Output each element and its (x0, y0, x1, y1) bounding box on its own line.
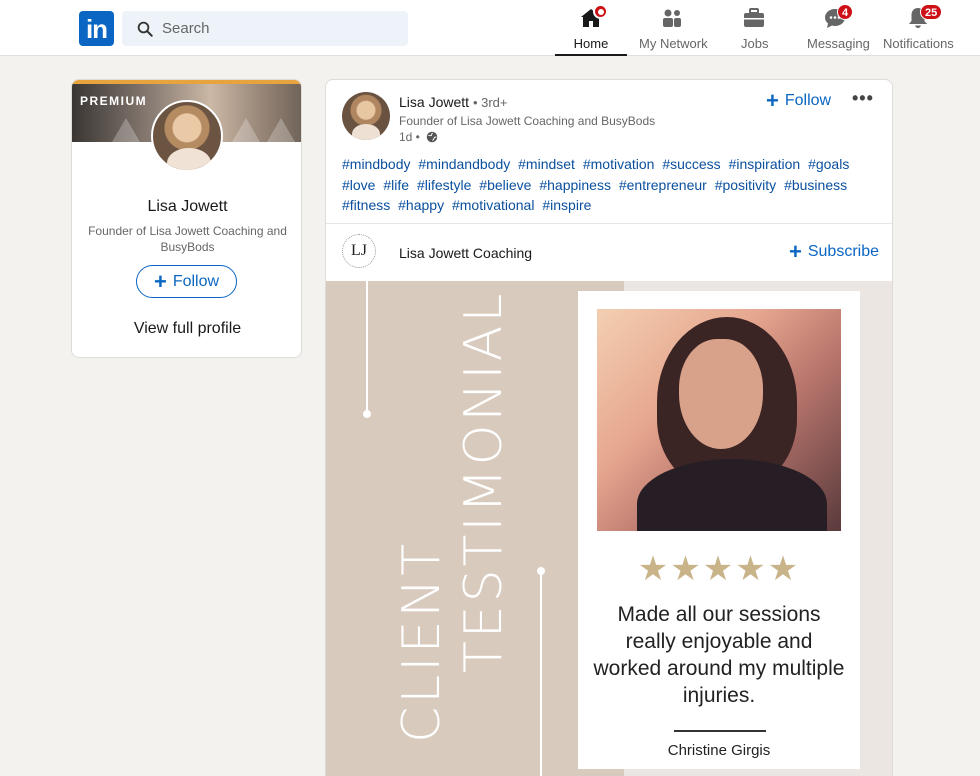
testimonial-quote: Made all our sessions really enjoyable a… (593, 603, 845, 707)
photo-shirt (637, 459, 827, 531)
profile-headline: Founder of Lisa Jowett Coaching and Busy… (88, 224, 287, 254)
hashtag-link[interactable]: #inspiration (729, 156, 801, 172)
home-icon (579, 4, 608, 30)
nav-label: Messaging (807, 36, 870, 51)
plus-icon: + (789, 239, 802, 264)
follow-button[interactable]: + Follow (136, 265, 237, 298)
follow-label: Follow (784, 92, 832, 109)
follow-label: Follow (172, 272, 220, 290)
hashtag-link[interactable]: #lifestyle (417, 177, 471, 193)
photo-face (679, 339, 763, 449)
search-icon (137, 21, 153, 37)
messaging-icon: 4 (823, 4, 854, 30)
decorative-line (540, 571, 542, 776)
post-author-name[interactable]: Lisa Jowett • 3rd+ (399, 94, 507, 110)
decorative-dot (363, 410, 371, 418)
profile-name[interactable]: Lisa Jowett (72, 198, 301, 216)
hashtag-link[interactable]: #motivation (583, 156, 655, 172)
hashtag-link[interactable]: #positivity (715, 177, 776, 193)
banner-decoration (267, 118, 295, 142)
hashtag-link[interactable]: #happiness (539, 177, 611, 193)
plus-icon: + (766, 88, 779, 113)
bell-icon: 25 (906, 4, 943, 30)
divider (326, 223, 892, 224)
avatar[interactable] (151, 100, 223, 172)
post-hashtags: #mindbody #mindandbody #mindset #motivat… (342, 154, 882, 216)
globe-icon (426, 131, 438, 143)
hashtag-link[interactable]: #business (784, 177, 847, 193)
client-photo (597, 309, 841, 531)
profile-card: PREMIUM Lisa Jowett Founder of Lisa Jowe… (71, 79, 302, 358)
hashtag-link[interactable]: #mindbody (342, 156, 411, 172)
newsletter-name[interactable]: Lisa Jowett Coaching (399, 245, 532, 261)
search-input[interactable] (162, 11, 402, 46)
hashtag-link[interactable]: #success (662, 156, 720, 172)
nav-jobs[interactable]: Jobs (741, 6, 769, 54)
hashtag-link[interactable]: #mindandbody (418, 156, 510, 172)
hashtag-link[interactable]: #fitness (342, 197, 390, 213)
nav-home[interactable]: Home (555, 4, 627, 56)
premium-label: PREMIUM (80, 94, 148, 108)
plus-icon: + (153, 268, 167, 294)
nav-label: Jobs (741, 36, 769, 51)
post-timestamp: 1d • (399, 130, 438, 144)
signature-rule (674, 730, 766, 732)
hashtag-link[interactable]: #believe (479, 177, 531, 193)
hashtag-link[interactable]: #love (342, 177, 375, 193)
decorative-line (366, 281, 368, 413)
hashtag-link[interactable]: #entrepreneur (619, 177, 707, 193)
nav-label: Notifications (883, 36, 954, 51)
hashtag-link[interactable]: #motivational (452, 197, 535, 213)
nav-label: My Network (639, 36, 708, 51)
decorative-dot (537, 567, 545, 575)
connection-degree: • 3rd+ (472, 95, 508, 110)
notifications-badge: 25 (920, 4, 943, 20)
subscribe-button[interactable]: + Subscribe (789, 239, 880, 264)
post-author-headline: Founder of Lisa Jowett Coaching and Busy… (399, 114, 656, 128)
newsletter-logo[interactable]: LJ (342, 234, 376, 268)
banner-decoration (232, 118, 260, 142)
star-rating: ★★★★★ (637, 550, 801, 588)
testimonial-signature: Christine Girgis (667, 742, 771, 759)
testimonial-heading-line-1: TESTIMONIAL (454, 290, 514, 673)
banner-decoration (112, 118, 140, 142)
hashtag-link[interactable]: #life (383, 177, 409, 193)
feed-post: Lisa Jowett • 3rd+ Founder of Lisa Jowet… (325, 79, 893, 776)
home-notification-dot (593, 4, 608, 19)
nav-messaging[interactable]: 4 Messaging (807, 4, 870, 54)
hashtag-link[interactable]: #mindset (518, 156, 575, 172)
testimonial-heading-line-2: CLIENT (392, 540, 452, 743)
post-image[interactable]: TESTIMONIAL CLIENT ★★★★★ Made all our se… (326, 281, 892, 776)
nav-my-network[interactable]: My Network (639, 6, 708, 54)
post-author-avatar[interactable] (342, 92, 390, 140)
briefcase-icon (742, 6, 766, 30)
nav-label: Home (573, 36, 609, 51)
testimonial-card: ★★★★★ Made all our sessions really enjoy… (578, 291, 860, 769)
more-options-icon[interactable]: ••• (852, 88, 874, 109)
hashtag-link[interactable]: #goals (808, 156, 849, 172)
post-follow-button[interactable]: + Follow (766, 88, 832, 113)
view-full-profile-link[interactable]: View full profile (72, 320, 301, 338)
linkedin-logo-icon[interactable]: in (79, 11, 114, 46)
messaging-badge: 4 (837, 4, 854, 20)
network-icon (660, 6, 684, 30)
post-time: 1d • (399, 130, 420, 144)
author-name[interactable]: Lisa Jowett (399, 94, 469, 110)
hashtag-link[interactable]: #happy (398, 197, 444, 213)
top-navigation: in Home My Network (0, 0, 980, 56)
hashtag-link[interactable]: #inspire (542, 197, 591, 213)
subscribe-label: Subscribe (807, 243, 880, 260)
search-bar[interactable] (122, 11, 408, 46)
nav-notifications[interactable]: 25 Notifications (883, 4, 954, 54)
